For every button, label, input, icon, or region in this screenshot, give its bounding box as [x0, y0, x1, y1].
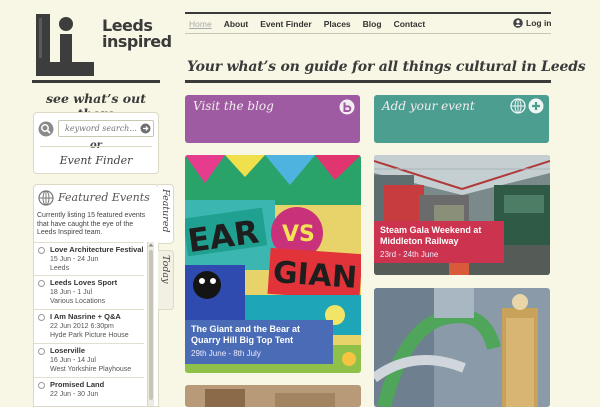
event-tile-torch[interactable] [374, 288, 550, 407]
user-icon [513, 18, 523, 28]
search-divider [40, 146, 152, 147]
tab-featured[interactable]: Featured [158, 184, 174, 244]
event-bullet-icon [38, 247, 45, 254]
add-event-banner[interactable]: Add your event [374, 95, 549, 143]
featured-item[interactable]: Loserville 16 Jun - 14 Jul West Yorkshir… [34, 344, 144, 378]
add-event-label: Add your event [382, 99, 475, 113]
page-headline: Your what’s on guide for all things cult… [187, 59, 586, 75]
globe-icon [38, 190, 54, 206]
visit-blog-label: Visit the blog [193, 99, 274, 113]
nav-top-rule [185, 12, 551, 14]
featured-item-date: 18 Jun - 1 Jul [50, 289, 93, 296]
search-panel: or Event Finder [33, 112, 159, 174]
featured-item-date: 16 Jun - 14 Jul [50, 357, 96, 364]
event-bullet-icon [38, 382, 45, 389]
featured-item-title: Love Architecture Festival [50, 245, 144, 254]
logo-word-inspired: inspired [102, 32, 172, 51]
torch-photo-image [374, 288, 550, 407]
featured-scrollbar[interactable] [147, 242, 154, 406]
featured-item-title: Loserville [50, 346, 86, 355]
featured-list: Love Architecture Festival 15 Jun - 24 J… [34, 242, 144, 406]
event-bullet-icon [38, 348, 45, 355]
event-tile-bottom[interactable] [185, 385, 361, 407]
poster-text-vs: VS [282, 222, 315, 247]
tab-today-label: Today [160, 255, 171, 284]
featured-item-venue: Hyde Park Picture House [50, 332, 129, 339]
main-nav: Home About Event Finder Places Blog Cont… [189, 19, 425, 29]
featured-item[interactable]: I Am Nasrine + Q&A 22 Jun 2012 6:30pm Hy… [34, 310, 144, 344]
event-bullet-icon [38, 314, 45, 321]
featured-item-title: I Am Nasrine + Q&A [50, 312, 121, 321]
nav-places[interactable]: Places [324, 19, 351, 29]
featured-item-date: 22 Jun - 30 Jun [50, 391, 99, 398]
login-label: Log in [526, 18, 552, 28]
featured-item-title: Promised Land [50, 380, 105, 389]
login-link[interactable]: Log in [513, 18, 552, 28]
event-tile-giant-and-bear[interactable]: EAR VS GIAN The Giant and the Bear at Qu… [185, 155, 361, 373]
globe-icon [510, 98, 526, 114]
search-go-arrow-icon[interactable] [140, 123, 151, 134]
nav-contact[interactable]: Contact [394, 19, 426, 29]
steam-caption[interactable]: Steam Gala Weekend at Middleton Railway … [374, 221, 504, 263]
featured-item[interactable]: Promised Land 22 Jun - 30 Jun [34, 378, 144, 406]
event-finder-link[interactable]: Event Finder [34, 154, 158, 167]
poster-text-gian: GIAN [272, 255, 358, 296]
featured-item-date: 22 Jun 2012 6:30pm [50, 323, 114, 330]
steam-title: Steam Gala Weekend at Middleton Railway [380, 225, 482, 246]
nav-bottom-rule [185, 33, 551, 34]
scrollbar-thumb[interactable] [149, 250, 153, 400]
logo-wordmark[interactable]: Leeds inspired [102, 18, 172, 50]
steam-date: 23rd - 24th June [380, 250, 439, 259]
featured-item-venue: Various Locations [50, 298, 106, 305]
nav-event-finder[interactable]: Event Finder [260, 19, 311, 29]
logo-rule [32, 80, 160, 83]
nav-about[interactable]: About [224, 19, 249, 29]
featured-item-date: 15 Jun - 24 Jun [50, 256, 99, 263]
event-tile-steam-gala[interactable]: Steam Gala Weekend at Middleton Railway … [374, 155, 550, 275]
tab-featured-label: Featured [160, 189, 171, 233]
event-bullet-icon [38, 280, 45, 287]
visit-blog-banner[interactable]: Visit the blog [185, 95, 360, 143]
featured-events-panel: Featured Events Currently listing 15 fea… [33, 184, 159, 407]
plus-icon [528, 98, 544, 114]
nav-blog[interactable]: Blog [363, 19, 382, 29]
featured-title: Featured Events [58, 191, 150, 204]
featured-item-venue: West Yorkshire Playhouse [50, 366, 132, 373]
blog-b-icon [339, 99, 355, 115]
giant-date: 29th June - 8th July [191, 349, 261, 358]
featured-item[interactable]: Love Architecture Festival 15 Jun - 24 J… [34, 242, 144, 276]
giant-caption[interactable]: The Giant and the Bear at Quarry Hill Bi… [185, 320, 333, 364]
search-icon[interactable] [38, 121, 54, 137]
featured-item-venue: Leeds [50, 265, 70, 272]
featured-item[interactable]: Leeds Loves Sport 18 Jun - 1 Jul Various… [34, 276, 144, 310]
giant-title: The Giant and the Bear at Quarry Hill Bi… [191, 324, 301, 345]
headline-rule [185, 80, 551, 83]
leeds-inspired-logo-icon[interactable] [34, 12, 96, 82]
featured-description: Currently listing 15 featured events tha… [37, 212, 146, 237]
bottom-tile-image [185, 385, 361, 407]
featured-item-title: Leeds Loves Sport [50, 278, 118, 287]
scroll-up-arrow-icon[interactable] [148, 242, 154, 248]
tab-today[interactable]: Today [158, 250, 174, 310]
nav-home[interactable]: Home [189, 19, 212, 29]
